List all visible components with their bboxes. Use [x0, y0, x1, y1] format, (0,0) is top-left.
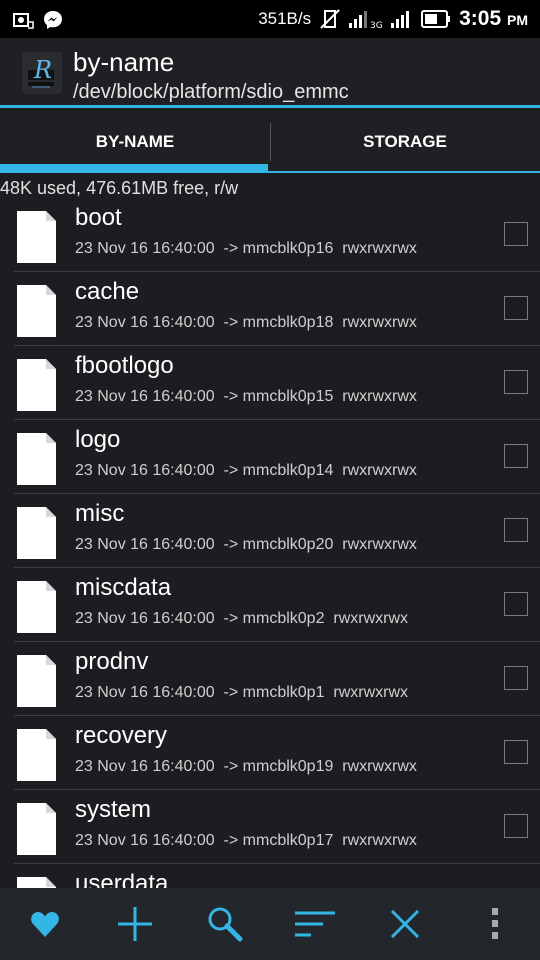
select-checkbox[interactable]: [504, 444, 528, 468]
sort-button[interactable]: [270, 888, 360, 960]
list-item[interactable]: logo 23 Nov 16 16:40:00 -> mmcblk0p14 rw…: [14, 420, 540, 494]
network-type-label: 3G: [370, 21, 383, 30]
search-icon: [208, 907, 243, 942]
add-button[interactable]: [90, 888, 180, 960]
file-name: recovery: [75, 722, 168, 749]
close-button[interactable]: [360, 888, 450, 960]
favorites-button[interactable]: [0, 888, 90, 960]
select-checkbox[interactable]: [504, 666, 528, 690]
favorites-icon: [31, 912, 59, 937]
file-name: logo: [75, 426, 121, 453]
file-details: 23 Nov 16 16:40:00 -> mmcblk0p1 rwxrwxrw…: [75, 684, 409, 701]
clock-time: 3:05: [459, 7, 502, 30]
no-vibrate-icon: [320, 9, 340, 29]
file-details: 23 Nov 16 16:40:00 -> mmcblk0p18 rwxrwxr…: [75, 314, 417, 331]
close-icon: [390, 909, 420, 939]
file-icon: [17, 359, 56, 411]
tab-by-name[interactable]: BY-NAME: [0, 111, 270, 173]
file-icon: [17, 285, 56, 337]
file-details: 23 Nov 16 16:40:00 -> mmcblk0p17 rwxrwxr…: [75, 832, 417, 849]
file-name: system: [75, 796, 152, 823]
select-checkbox[interactable]: [504, 740, 528, 764]
select-checkbox[interactable]: [504, 222, 528, 246]
list-item[interactable]: cache 23 Nov 16 16:40:00 -> mmcblk0p18 r…: [14, 272, 540, 346]
file-name: userdata: [75, 870, 169, 888]
select-checkbox[interactable]: [504, 370, 528, 394]
list-item[interactable]: misc 23 Nov 16 16:40:00 -> mmcblk0p20 rw…: [14, 494, 540, 568]
add-icon: [118, 907, 152, 941]
file-icon: [17, 581, 56, 633]
file-name: miscdata: [75, 574, 172, 601]
tab-divider: [0, 171, 540, 173]
file-icon: [17, 433, 56, 485]
select-checkbox[interactable]: [504, 814, 528, 838]
app-bar: R by-name /dev/block/platform/sdio_emmc: [0, 38, 540, 108]
file-icon: [17, 729, 56, 781]
list-item[interactable]: boot 23 Nov 16 16:40:00 -> mmcblk0p16 rw…: [14, 198, 540, 272]
file-details: 23 Nov 16 16:40:00 -> mmcblk0p19 rwxrwxr…: [75, 758, 417, 775]
file-details: 23 Nov 16 16:40:00 -> mmcblk0p14 rwxrwxr…: [75, 462, 417, 479]
overflow-menu-button[interactable]: [450, 888, 540, 960]
list-item[interactable]: userdata: [14, 864, 540, 888]
screenshot-icon: [13, 13, 34, 29]
select-checkbox[interactable]: [504, 592, 528, 616]
file-name: fbootlogo: [75, 352, 174, 379]
current-path: /dev/block/platform/sdio_emmc: [73, 81, 349, 103]
file-icon: [17, 507, 56, 559]
app-logo[interactable]: R: [22, 52, 62, 94]
list-item[interactable]: system 23 Nov 16 16:40:00 -> mmcblk0p17 …: [14, 790, 540, 864]
file-name: prodnv: [75, 648, 149, 675]
list-item[interactable]: recovery 23 Nov 16 16:40:00 -> mmcblk0p1…: [14, 716, 540, 790]
status-bar: 351B/s 3G 3:05 PM: [0, 0, 540, 38]
tab-bar: BY-NAME STORAGE: [0, 111, 540, 173]
file-list[interactable]: boot 23 Nov 16 16:40:00 -> mmcblk0p16 rw…: [0, 198, 540, 888]
file-name: cache: [75, 278, 140, 305]
select-checkbox[interactable]: [504, 518, 528, 542]
file-details: 23 Nov 16 16:40:00 -> mmcblk0p15 rwxrwxr…: [75, 388, 417, 405]
select-checkbox[interactable]: [504, 296, 528, 320]
list-item[interactable]: miscdata 23 Nov 16 16:40:00 -> mmcblk0p2…: [14, 568, 540, 642]
search-button[interactable]: [180, 888, 270, 960]
signal-icon: [391, 11, 410, 28]
tab-storage[interactable]: STORAGE: [270, 111, 540, 173]
list-item[interactable]: prodnv 23 Nov 16 16:40:00 -> mmcblk0p1 r…: [14, 642, 540, 716]
clock-ampm: PM: [507, 12, 528, 28]
storage-summary: 48K used, 476.61MB free, r/w: [0, 178, 239, 198]
overflow-menu-icon: [492, 908, 498, 939]
file-icon: [17, 655, 56, 707]
network-speed: 351B/s: [258, 9, 312, 28]
file-name: boot: [75, 204, 122, 231]
file-name: misc: [75, 500, 125, 527]
file-details: 23 Nov 16 16:40:00 -> mmcblk0p16 rwxrwxr…: [75, 240, 417, 257]
list-item[interactable]: fbootlogo 23 Nov 16 16:40:00 -> mmcblk0p…: [14, 346, 540, 420]
file-details: 23 Nov 16 16:40:00 -> mmcblk0p2 rwxrwxrw…: [75, 610, 409, 627]
page-title: by-name: [73, 47, 175, 77]
file-icon: [17, 211, 56, 263]
clock: 3:05 PM: [459, 7, 528, 31]
file-details: 23 Nov 16 16:40:00 -> mmcblk0p20 rwxrwxr…: [75, 536, 417, 553]
sort-icon: [295, 911, 335, 937]
app-logo-letter: R: [33, 56, 52, 84]
battery-icon: [421, 10, 451, 28]
file-icon: [17, 803, 56, 855]
messenger-icon: [44, 11, 62, 29]
file-icon: [17, 877, 56, 888]
bottom-toolbar: [0, 888, 540, 960]
signal-icon: 3G: [349, 11, 383, 30]
